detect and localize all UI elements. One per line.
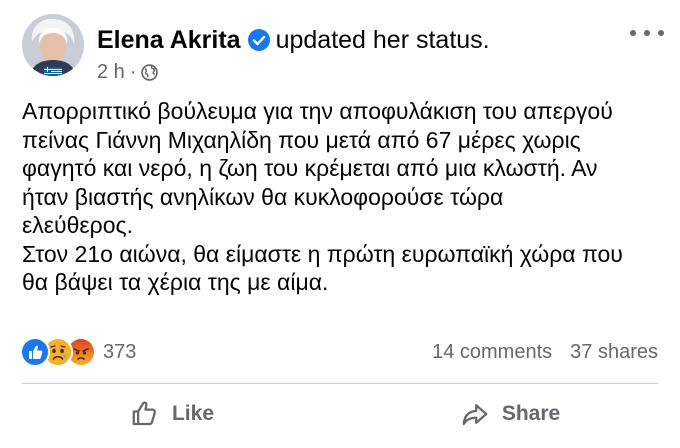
thumbs-up-icon [132,401,156,426]
reaction-count: 373 [103,340,137,363]
post-text-line: θα βάψει τα χέρια της με αίμα. [22,269,329,295]
post-text-line: πείνας Γιάννη Μιχαηλίδη που μετά από 67 … [22,126,581,153]
author-name[interactable]: Elena Akrita [97,26,241,55]
post-text-line: Στον 21ο αιώνα, θα είμαστε η πρώτη ευρωπ… [22,240,623,267]
meta-separator: · [129,60,137,83]
actions-divider [22,383,658,384]
more-dot [644,30,650,36]
like-label: Like [171,402,215,425]
more-options-icon[interactable] [630,22,664,44]
post-text-line: φαγητό και νερό, η ζωη του κρέμεται από … [22,155,598,181]
shares-count[interactable]: 37 shares [570,341,658,364]
verified-badge-icon [247,29,270,51]
share-arrow-icon [462,404,488,426]
facebook-post: Elena Akrita updated her status. 2 h · Α… [0,0,680,448]
more-dot [630,30,636,36]
like-reaction-icon [20,337,50,367]
comments-count[interactable]: 14 comments [432,341,552,364]
share-label: Share [501,402,561,425]
post-text-line: Απορριπτικό βούλευμα για την αποφυλάκιση… [22,98,613,124]
globe-icon [141,63,159,81]
post-meta: 2 h · [97,59,159,85]
reactions-summary[interactable]: 373 [20,336,136,368]
post-action-text: updated her status. [275,25,490,54]
like-button[interactable]: Like [22,390,322,438]
post-header-line: Elena Akrita updated her status. [97,24,490,56]
engagement-counts: 14 comments 37 shares [432,336,658,368]
post-timestamp[interactable]: 2 h [97,61,125,84]
author-avatar[interactable] [22,14,84,76]
post-text-line: ήταν βιαστής ανηλίκων θα κυκλοφορούσε τώ… [22,183,504,210]
share-button[interactable]: Share [360,390,660,438]
more-dot [658,30,664,36]
post-text: Απορριπτικό βούλευμα για την αποφυλάκιση… [22,97,670,297]
post-text-line: ελεύθερος. [22,212,133,238]
